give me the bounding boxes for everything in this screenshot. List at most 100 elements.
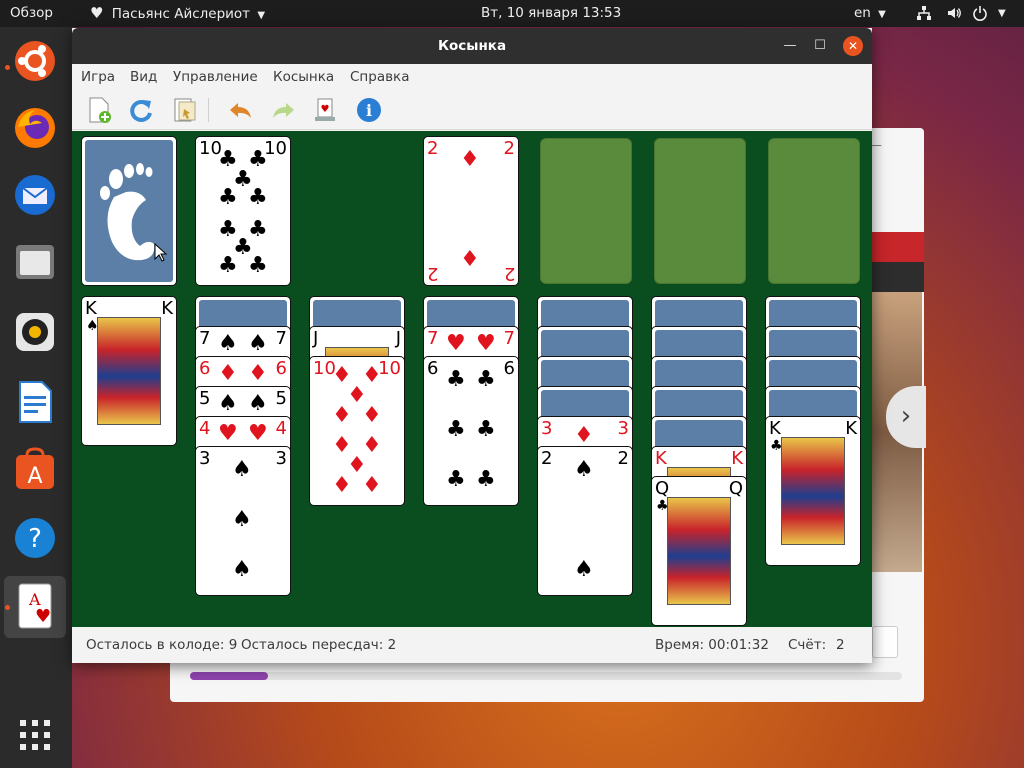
svg-text:i: i <box>366 101 372 120</box>
redeals-remaining: Осталось пересдач: 2 <box>241 637 397 653</box>
ubuntu-software-icon[interactable] <box>12 38 58 84</box>
spade-pip: ♠ <box>248 391 268 416</box>
king-face <box>781 437 845 545</box>
caret-down-icon[interactable]: ▼ <box>998 0 1006 27</box>
language-label: en <box>854 5 871 21</box>
foundation-slot[interactable] <box>540 138 632 284</box>
club-pip: ♣ <box>446 467 466 492</box>
minimize-icon[interactable]: — <box>870 138 910 152</box>
writer-icon[interactable] <box>12 379 58 425</box>
network-icon[interactable] <box>916 0 932 27</box>
tableau-card[interactable]: K K ♠ <box>81 296 177 446</box>
top-bar: Обзор ♥ Пасьянс Айслериот ▼ Вт, 10 январ… <box>0 0 1024 27</box>
spade-pip: ♠ <box>248 331 268 356</box>
elapsed-time: Время: 00:01:32 <box>655 637 769 653</box>
tableau-card[interactable]: 6 6 ♣ ♣ ♣ ♣ ♣ ♣ <box>423 356 519 506</box>
card-rank: 5 <box>275 388 287 409</box>
card-rank: Q <box>655 478 670 499</box>
club-pip: ♣ <box>476 467 496 492</box>
tableau-card[interactable]: 10 10 ♦ ♦ ♦ ♦ ♦ ♦ ♦ ♦ ♦ ♦ <box>309 356 405 506</box>
menu-control[interactable]: Управление <box>173 69 258 85</box>
new-game-icon[interactable] <box>84 95 114 125</box>
diamond-pip: ♦ <box>248 361 268 386</box>
minimize-button[interactable]: — <box>780 36 800 56</box>
undo-icon[interactable] <box>226 95 256 125</box>
card-rank: 6 <box>275 358 287 379</box>
heart-pip: ♥ <box>476 331 496 356</box>
svg-text:♥: ♥ <box>321 104 330 115</box>
game-table[interactable]: 10 10 ♣ ♣ ♣ ♣ ♣ ♣ ♣ ♣ ♣ ♣ 2 2 ♦ ♦ 2 2 K <box>72 131 872 627</box>
title-bar[interactable]: Косынка — ☐ ✕ <box>72 28 872 64</box>
card-rank: 5 <box>199 388 211 409</box>
diamond-pip: ♦ <box>332 403 352 428</box>
rhythmbox-icon[interactable] <box>12 309 58 355</box>
waste-card[interactable]: 10 10 ♣ ♣ ♣ ♣ ♣ ♣ ♣ ♣ ♣ ♣ <box>195 136 291 286</box>
select-game-icon[interactable] <box>170 95 200 125</box>
bg-button[interactable] <box>872 626 898 658</box>
activities-button[interactable]: Обзор <box>10 0 53 27</box>
help-icon[interactable]: ? <box>12 515 58 561</box>
redo-icon[interactable] <box>268 95 298 125</box>
window-title: Косынка <box>437 38 507 54</box>
foundation-slot[interactable] <box>768 138 860 284</box>
status-bar: Осталось в колоде: 9 Осталось пересдач: … <box>72 627 872 663</box>
language-indicator[interactable]: en ▼ <box>854 0 886 27</box>
card-rank: 2 <box>503 138 515 159</box>
card-rank: 3 <box>275 448 287 469</box>
app-menu[interactable]: ♥ Пасьянс Айслериот ▼ <box>90 0 265 27</box>
hint-icon[interactable]: ♥ <box>310 95 340 125</box>
card-rank: 6 <box>503 358 515 379</box>
club-pip: ♣ <box>446 417 466 442</box>
tableau-card[interactable]: 2 2 ♠ ♠ <box>537 446 633 596</box>
thunderbird-icon[interactable] <box>12 172 58 218</box>
diamond-pip: ♦ <box>362 473 382 498</box>
score-label: Счёт: <box>788 637 827 653</box>
tableau-card[interactable]: K K ♣ <box>765 416 861 566</box>
card-rank: 3 <box>199 448 211 469</box>
firefox-icon[interactable] <box>12 105 58 151</box>
power-icon[interactable] <box>972 0 988 27</box>
club-pip: ♣ <box>476 417 496 442</box>
card-rank: K <box>845 418 857 439</box>
club-pip: ♣ <box>218 185 238 210</box>
menu-game[interactable]: Игра <box>81 69 115 85</box>
menu-help[interactable]: Справка <box>350 69 409 85</box>
diamond-pip: ♦ <box>362 403 382 428</box>
card-rank: 4 <box>275 418 287 439</box>
card-rank: K <box>85 298 97 319</box>
card-rank: 2 <box>427 138 439 159</box>
stock-pile[interactable] <box>81 136 177 286</box>
card-rank: K <box>655 448 667 469</box>
menu-view[interactable]: Вид <box>130 69 157 85</box>
card-rank: 3 <box>541 418 553 439</box>
heart-pip: ♥ <box>446 331 466 356</box>
maximize-button[interactable]: ☐ <box>810 36 830 56</box>
solitaire-icon[interactable]: A ♥ <box>4 576 66 638</box>
card-rank: 7 <box>427 328 439 349</box>
spade-pip: ♠ <box>574 557 594 582</box>
menu-klondike[interactable]: Косынка <box>273 69 334 85</box>
files-icon[interactable] <box>12 239 58 285</box>
foundation-slot[interactable] <box>654 138 746 284</box>
close-button[interactable]: ✕ <box>843 36 863 56</box>
tableau-card[interactable]: 3 3 ♠ ♠ ♠ <box>195 446 291 596</box>
tableau-card[interactable]: Q Q ♣ <box>651 476 747 626</box>
volume-icon[interactable] <box>946 0 962 27</box>
card-rank: K <box>161 298 173 319</box>
clock[interactable]: Вт, 10 января 13:53 <box>481 0 621 27</box>
app-center-icon[interactable]: A <box>12 447 58 493</box>
foundation-card[interactable]: 2 2 ♦ ♦ 2 2 <box>423 136 519 286</box>
show-applications-icon[interactable] <box>12 712 58 758</box>
progress-track <box>190 672 902 680</box>
diamond-pip: ♦ <box>460 147 480 172</box>
toolbar: ♥ i <box>72 90 872 130</box>
heart-icon: ♥ <box>90 4 104 22</box>
video-header <box>872 232 924 262</box>
club-pip: ♣ <box>248 185 268 210</box>
restart-icon[interactable] <box>126 95 156 125</box>
club-pip: ♣ <box>218 253 238 278</box>
spade-pip: ♠ <box>574 457 594 482</box>
info-icon[interactable]: i <box>354 95 384 125</box>
card-rank: J <box>395 328 401 349</box>
card-rank: 6 <box>427 358 439 379</box>
